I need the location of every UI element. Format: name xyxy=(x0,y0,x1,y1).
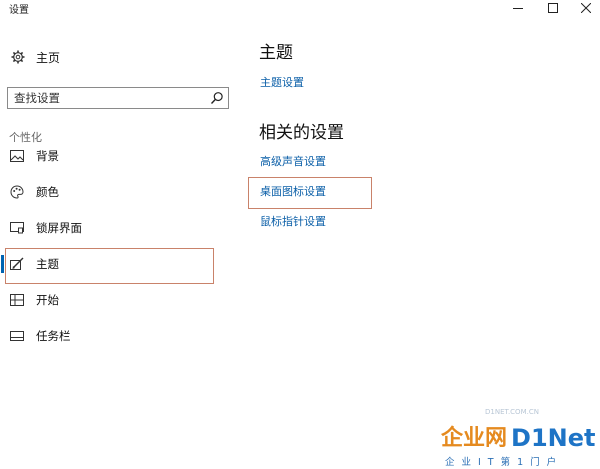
search-box[interactable] xyxy=(7,87,229,109)
close-button[interactable] xyxy=(568,0,600,16)
picture-icon xyxy=(9,148,25,164)
sidebar-item-themes[interactable]: 主题 xyxy=(0,250,238,278)
sidebar: 主页 个性化 背景 颜色 xyxy=(0,16,238,469)
sidebar-item-label: 锁屏界面 xyxy=(36,221,82,235)
advanced-sound-settings-link[interactable]: 高级声音设置 xyxy=(260,153,326,169)
maximize-icon xyxy=(548,3,558,13)
selection-indicator xyxy=(1,255,4,273)
main-content: 主题 主题设置 相关的设置 高级声音设置 桌面图标设置 鼠标指针设置 xyxy=(238,16,600,469)
close-icon xyxy=(581,3,591,13)
window-title: 设置 xyxy=(9,5,29,16)
sidebar-item-colors[interactable]: 颜色 xyxy=(0,178,238,206)
lock-screen-icon xyxy=(9,220,25,236)
sidebar-item-label: 主页 xyxy=(36,50,61,65)
sidebar-item-label: 开始 xyxy=(36,293,59,307)
sidebar-item-label: 任务栏 xyxy=(36,329,71,343)
sidebar-item-start[interactable]: 开始 xyxy=(0,286,238,314)
maximize-button[interactable] xyxy=(535,0,571,16)
desktop-icon-settings-link[interactable]: 桌面图标设置 xyxy=(260,183,326,199)
sidebar-item-label: 颜色 xyxy=(36,185,59,199)
watermark-logo: D1NET.COM.CN 企业网 D1Net 企业IT第1门户 xyxy=(425,408,600,469)
palette-icon xyxy=(9,184,25,200)
sidebar-item-home[interactable]: 主页 xyxy=(9,48,60,66)
watermark-subtitle: 企业IT第1门户 xyxy=(445,457,564,468)
search-input[interactable] xyxy=(8,88,204,108)
sidebar-item-background[interactable]: 背景 xyxy=(0,142,238,170)
theme-brush-icon xyxy=(9,256,25,272)
sidebar-item-label: 背景 xyxy=(36,149,59,163)
start-tiles-icon xyxy=(9,292,25,308)
sidebar-item-lock-screen[interactable]: 锁屏界面 xyxy=(0,214,238,242)
sidebar-item-label: 主题 xyxy=(36,257,59,271)
minimize-icon xyxy=(513,8,523,9)
page-title: 主题 xyxy=(259,43,293,63)
title-bar: 设置 xyxy=(0,0,600,16)
watermark-url: D1NET.COM.CN xyxy=(485,408,539,416)
mouse-pointer-settings-link[interactable]: 鼠标指针设置 xyxy=(260,213,326,229)
watermark-cn: 企业网 xyxy=(441,426,508,451)
sidebar-item-taskbar[interactable]: 任务栏 xyxy=(0,322,238,350)
theme-settings-link[interactable]: 主题设置 xyxy=(260,74,304,90)
related-settings-title: 相关的设置 xyxy=(259,123,344,143)
minimize-button[interactable] xyxy=(500,0,536,16)
watermark-en: D1Net xyxy=(511,424,596,452)
gear-icon xyxy=(9,48,27,66)
search-icon[interactable] xyxy=(210,91,224,105)
taskbar-icon xyxy=(9,328,25,344)
